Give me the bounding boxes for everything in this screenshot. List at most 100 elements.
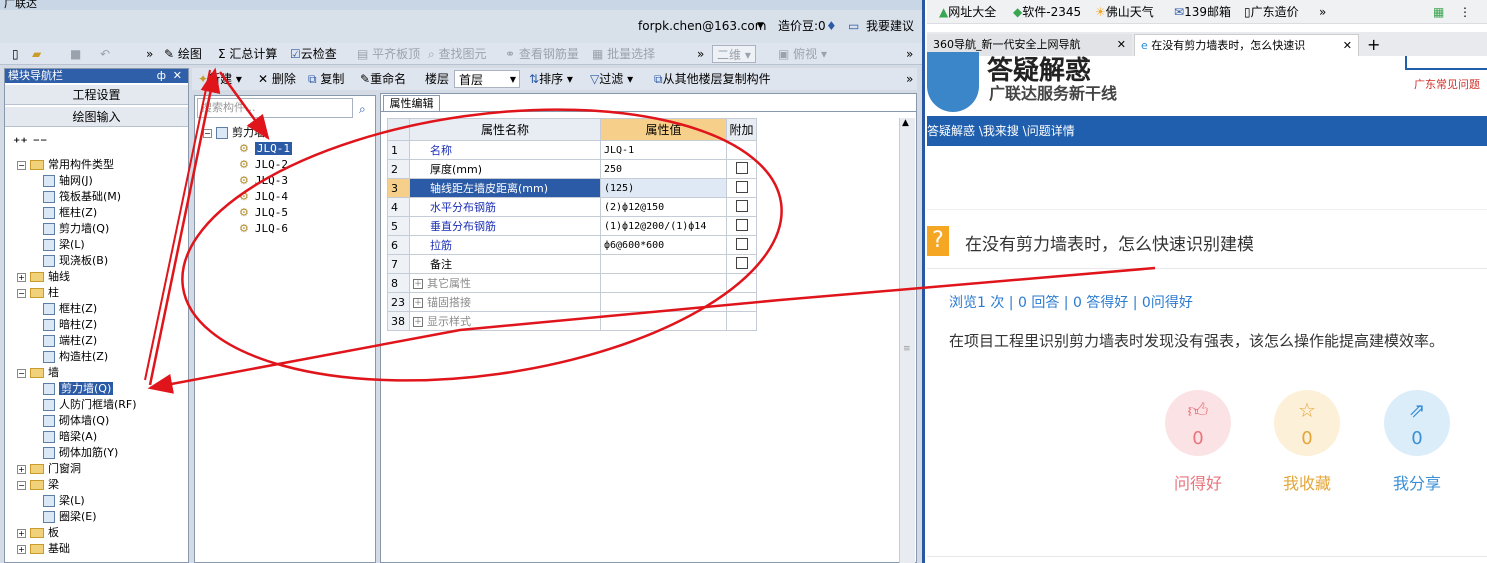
- tree-item[interactable]: 人防门框墙(RF): [43, 397, 137, 413]
- tree-folder[interactable]: − 常用构件类型: [17, 157, 114, 173]
- attach-checkbox[interactable]: [735, 218, 748, 231]
- tree-item[interactable]: 梁(L): [43, 237, 85, 253]
- property-value[interactable]: [600, 254, 727, 274]
- bookmark-item[interactable]: ◆软件-2345: [1013, 4, 1081, 20]
- expand-icon[interactable]: −: [17, 368, 26, 378]
- attach-cell[interactable]: [726, 254, 757, 274]
- filter-button[interactable]: ▽过滤 ▾: [590, 70, 633, 88]
- property-row[interactable]: 23 + 锚固搭接: [387, 292, 757, 312]
- drawing-input-button[interactable]: 绘图输入: [5, 107, 188, 127]
- feedback-link[interactable]: 我要建议: [866, 18, 914, 34]
- new-button[interactable]: ✦新建 ▾: [198, 70, 242, 88]
- property-row[interactable]: 3 轴线距左墙皮距离(mm) (125): [387, 178, 757, 198]
- grid-icon[interactable]: ▦: [1433, 4, 1444, 20]
- tree-folder[interactable]: + 基础: [17, 541, 70, 557]
- tree-item[interactable]: 现浇板(B): [43, 253, 108, 269]
- new-file-icon[interactable]: ▯: [12, 45, 19, 63]
- attach-cell[interactable]: [726, 235, 757, 255]
- property-value[interactable]: (125): [600, 178, 727, 198]
- expand-icon[interactable]: +: [17, 528, 26, 538]
- rename-button[interactable]: ✎重命名: [360, 70, 406, 88]
- close-icon[interactable]: ✕: [173, 69, 182, 83]
- tree-folder[interactable]: + 板: [17, 525, 59, 541]
- attach-cell[interactable]: [726, 197, 757, 217]
- bookmark-item[interactable]: ▲网址大全: [939, 4, 996, 20]
- pin-icon[interactable]: ф: [157, 69, 166, 83]
- property-row[interactable]: 7 备注: [387, 254, 757, 274]
- tree-item[interactable]: 剪力墙(Q): [43, 221, 109, 237]
- property-value[interactable]: [600, 292, 727, 312]
- tree-item[interactable]: 轴网(J): [43, 173, 93, 189]
- property-row[interactable]: 38 + 显示样式: [387, 311, 757, 331]
- like-button[interactable]: 👍︎ 0: [1165, 390, 1231, 456]
- attach-cell[interactable]: [726, 178, 757, 198]
- find-element-button[interactable]: ⌕ 查找图元: [428, 45, 487, 63]
- undo-icon[interactable]: ↶: [100, 45, 110, 63]
- menu-icon[interactable]: ⋮: [1459, 4, 1471, 20]
- more-icon[interactable]: »: [697, 45, 704, 63]
- floor-select[interactable]: 首层 ▼: [454, 70, 520, 88]
- browser-tab-active[interactable]: e 在没有剪力墙表时，怎么快速识 ✕: [1134, 34, 1359, 56]
- property-value[interactable]: ф6@600*600: [600, 235, 727, 255]
- property-value[interactable]: (2)ф12@150: [600, 197, 727, 217]
- property-value[interactable]: [600, 311, 727, 331]
- new-tab-button[interactable]: +: [1361, 34, 1387, 56]
- more-icon[interactable]: »: [146, 45, 153, 63]
- attach-cell[interactable]: [726, 273, 757, 293]
- copy-button[interactable]: ⧉ 复制: [308, 70, 344, 88]
- tree-item[interactable]: 框柱(Z): [43, 301, 97, 317]
- tree-item[interactable]: 圈梁(E): [43, 509, 97, 525]
- vertical-scrollbar[interactable]: ▲ ≡: [899, 118, 915, 563]
- bookmark-item[interactable]: ▯广东造价: [1244, 4, 1299, 20]
- attach-checkbox[interactable]: [735, 161, 748, 174]
- tree-item[interactable]: 砌体墙(Q): [43, 413, 109, 429]
- property-row[interactable]: 5 垂直分布钢筋 (1)ф12@200/(1)ф14: [387, 216, 757, 236]
- tree-item[interactable]: 构造柱(Z): [43, 349, 108, 365]
- component-search-input[interactable]: 搜索构件...: [197, 98, 353, 118]
- view-rebar-button[interactable]: ⚭ 查看钢筋量: [505, 45, 579, 63]
- expand-icon[interactable]: +: [413, 317, 423, 327]
- component-item[interactable]: ⚙ JLQ-4: [239, 189, 288, 205]
- level-slab-button[interactable]: ▤ 平齐板顶: [357, 45, 420, 63]
- expand-icon[interactable]: +: [413, 298, 423, 308]
- attach-checkbox[interactable]: [735, 256, 748, 269]
- sort-button[interactable]: ⇅排序 ▾: [529, 70, 573, 88]
- property-row[interactable]: 4 水平分布钢筋 (2)ф12@150: [387, 197, 757, 217]
- share-label[interactable]: 我分享: [1372, 470, 1462, 494]
- sum-button[interactable]: Σ 汇总计算: [218, 45, 277, 63]
- more-icon[interactable]: »: [906, 70, 913, 88]
- batch-select-button[interactable]: ▦ 批量选择: [592, 45, 655, 63]
- attach-cell[interactable]: [726, 216, 757, 236]
- attach-checkbox[interactable]: [735, 180, 748, 193]
- tab-property-edit[interactable]: 属性编辑: [383, 95, 440, 111]
- copy-from-floor-button[interactable]: ⧉从其他楼层复制构件: [654, 70, 771, 88]
- tree-item[interactable]: 砌体加筋(Y): [43, 445, 118, 461]
- draw-button[interactable]: ✎ 绘图: [164, 45, 202, 63]
- tree-item[interactable]: 筏板基础(M): [43, 189, 121, 205]
- expand-icon[interactable]: −: [17, 480, 26, 490]
- tree-item[interactable]: 梁(L): [43, 493, 85, 509]
- expand-icon[interactable]: −: [17, 160, 26, 170]
- more-icon[interactable]: »: [1319, 4, 1326, 20]
- tree-folder[interactable]: − 柱: [17, 285, 59, 301]
- tree-folder[interactable]: − 梁: [17, 477, 59, 493]
- property-row[interactable]: 8 + 其它属性: [387, 273, 757, 293]
- tree-item[interactable]: 端柱(Z): [43, 333, 97, 349]
- close-icon[interactable]: ✕: [1340, 35, 1352, 56]
- tree-item[interactable]: 框柱(Z): [43, 205, 97, 221]
- expand-icon[interactable]: −: [17, 288, 26, 298]
- more-icon[interactable]: »: [906, 45, 913, 63]
- attach-cell[interactable]: [726, 311, 757, 331]
- chevron-down-icon[interactable]: ▼: [757, 18, 764, 34]
- component-item[interactable]: ⚙ JLQ-5: [239, 205, 288, 221]
- expand-all-icon[interactable]: ⁺⁺ ⁻⁻: [13, 135, 47, 151]
- bell-icon[interactable]: ♦: [826, 18, 837, 34]
- project-settings-button[interactable]: 工程设置: [5, 85, 188, 105]
- property-value[interactable]: 250: [600, 159, 727, 179]
- attach-checkbox[interactable]: [735, 237, 748, 250]
- view-top-button[interactable]: ▣ 俯视 ▾: [778, 45, 827, 63]
- property-row[interactable]: 2 厚度(mm) 250: [387, 159, 757, 179]
- tree-folder[interactable]: + 轴线: [17, 269, 70, 285]
- property-value[interactable]: JLQ-1: [600, 140, 727, 160]
- cloud-check-button[interactable]: ☑云检查: [290, 45, 337, 63]
